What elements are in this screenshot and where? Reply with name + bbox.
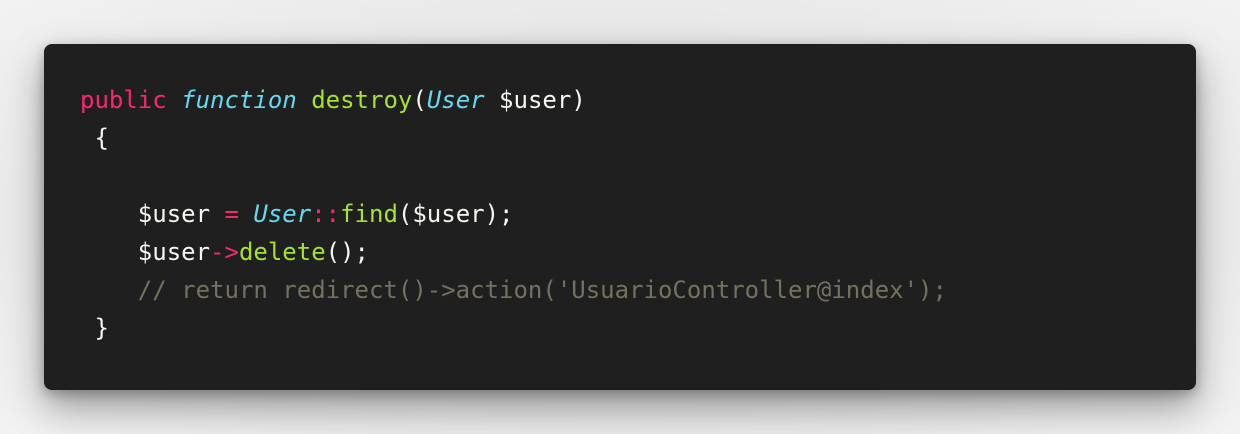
delete-args: (); bbox=[325, 238, 370, 266]
page-backdrop: public function destroy(User $user) { $u… bbox=[0, 0, 1240, 434]
open-paren: ( bbox=[412, 86, 427, 114]
keyword-public: public bbox=[80, 86, 167, 114]
variable-user: $user bbox=[137, 200, 211, 228]
variable-user: $user bbox=[137, 238, 211, 266]
code-line-2: { bbox=[80, 119, 947, 157]
class-name: User bbox=[253, 200, 312, 228]
param-name: $user bbox=[484, 86, 572, 114]
open-brace: { bbox=[80, 124, 109, 152]
code-line-1: public function destroy(User $user) bbox=[80, 81, 947, 119]
close-brace: } bbox=[80, 314, 109, 342]
function-name: destroy bbox=[311, 86, 413, 114]
code-line-7: } bbox=[80, 309, 947, 347]
find-args: ($user); bbox=[397, 200, 514, 228]
arrow-operator: -> bbox=[210, 238, 239, 266]
keyword-function: function bbox=[181, 86, 297, 114]
assign-operator: = bbox=[210, 200, 254, 228]
param-type: User bbox=[426, 86, 485, 114]
code-line-6: // return redirect()->action('UsuarioCon… bbox=[80, 271, 947, 309]
code-content: public function destroy(User $user) { $u… bbox=[80, 81, 947, 347]
code-comment: // return redirect()->action('UsuarioCon… bbox=[137, 276, 947, 304]
method-delete: delete bbox=[238, 238, 326, 266]
code-block: public function destroy(User $user) { $u… bbox=[44, 44, 1196, 390]
method-find: find bbox=[340, 200, 398, 228]
code-line-5: $user->delete(); bbox=[80, 233, 947, 271]
scope-operator: :: bbox=[311, 200, 341, 228]
close-paren: ) bbox=[571, 86, 586, 114]
code-line-4: $user = User::find($user); bbox=[80, 195, 947, 233]
